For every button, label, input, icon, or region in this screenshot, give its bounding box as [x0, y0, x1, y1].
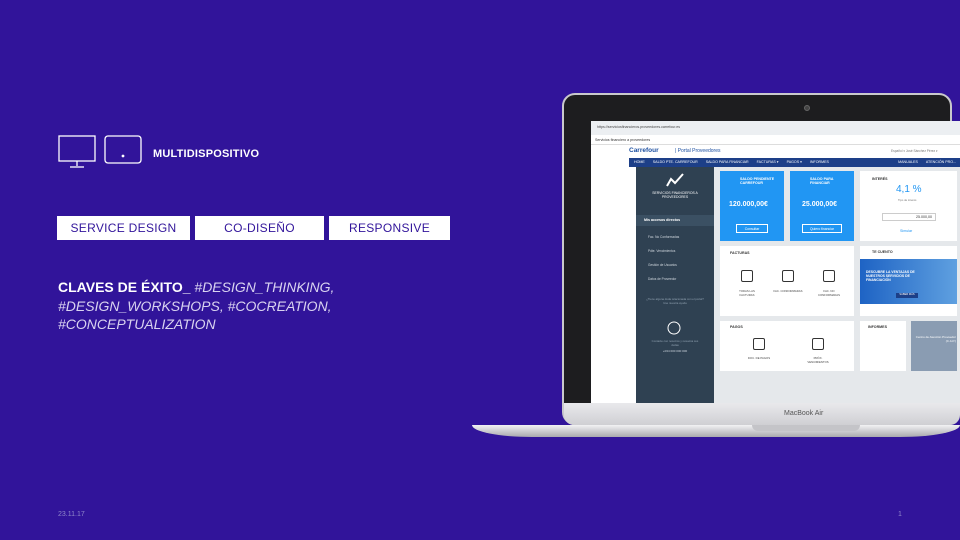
facturas-item[interactable]: FAC. CONFORMADAS — [773, 289, 803, 293]
facturas-item[interactable]: TODAS LAS FACTURAS — [732, 289, 762, 297]
success-keys-line3: #CONCEPTUALIZATION — [58, 316, 216, 332]
card-label: SALDO PENDIENTE CARREFOUR — [740, 177, 775, 185]
chart-logo-icon — [666, 173, 684, 187]
portal-title: | Portal Proveedores — [675, 148, 721, 154]
simular-button[interactable]: Simular — [900, 229, 912, 233]
laptop-screen: https://serviciosfinancieros.proveedores… — [591, 121, 960, 403]
tag-responsive: RESPONSIVE — [329, 216, 450, 240]
laptop-brand: MacBook Air — [784, 410, 824, 417]
browser-tab[interactable]: Servicios financiero a proveedores — [591, 135, 960, 145]
success-keys: CLAVES DE ÉXITO_ #DESIGN_THINKING, #DESI… — [58, 278, 358, 334]
card-atencion[interactable]: Centro de Atención Proveedor (C.A.P.) — [911, 321, 957, 371]
nav-atencion[interactable]: ATENCIÓN PRO... — [926, 160, 956, 165]
browser-url-bar[interactable]: https://serviciosfinancieros.proveedores… — [591, 121, 960, 135]
phone-icon — [667, 321, 681, 335]
portal-sidebar: SERVICIOS FINANCIEROS A PROVEEDORES Mis … — [636, 167, 714, 403]
atencion-label: Centro de Atención Proveedor (C.A.P.) — [915, 335, 956, 343]
card-label: INTERÉS — [872, 177, 888, 181]
briefcase-icon[interactable] — [782, 270, 794, 282]
card-label: FACTURAS — [730, 251, 750, 255]
page-number: 1 — [898, 511, 902, 518]
sidebar-phone-text: Contacte con nosotros y resuelva sus dud… — [651, 339, 699, 347]
sidebar-title: SERVICIOS FINANCIEROS A PROVEEDORES — [652, 191, 698, 199]
pagos-item[interactable]: PRÓX. VENCIMIENTOS — [803, 356, 833, 364]
saber-mas-button[interactable]: SABER MÁS — [896, 293, 918, 298]
card-value: 120.000,00€ — [729, 201, 768, 208]
portal-main: SALDO PENDIENTE CARREFOUR 120.000,00€ Co… — [714, 167, 960, 403]
nav-informes[interactable]: INFORMES — [810, 160, 829, 165]
desktop-icon — [58, 135, 96, 168]
nav-facturas[interactable]: FACTURAS ▾ — [757, 160, 779, 165]
nav-saldo-financiar[interactable]: SALDO PARA FINANCIAR — [706, 160, 749, 165]
section-title: MULTIDISPOSITIVO — [153, 148, 260, 160]
tag-co-diseno: CO-DISEÑO — [195, 216, 324, 240]
sidebar-section[interactable]: Mis accesos directos — [644, 218, 680, 222]
card-saldo-pendiente: SALDO PENDIENTE CARREFOUR 120.000,00€ Co… — [720, 171, 784, 241]
card-interes: INTERÉS 4,1 % Tipo de interés 25.000,00 … — [860, 171, 957, 241]
facturas-item[interactable]: FAC. NO CONFORMADAS — [814, 289, 844, 297]
amount-input[interactable]: 25.000,00 — [882, 213, 936, 221]
success-keys-line2: #DESIGN_WORKSHOPS, #COCREATION, — [58, 297, 332, 314]
success-keys-lead: CLAVES DE ÉXITO_ — [58, 279, 191, 295]
consultar-button[interactable]: Consultar — [736, 224, 768, 233]
success-keys-line1: #DESIGN_THINKING, — [190, 279, 335, 295]
nav-manuales[interactable]: MANUALES — [898, 160, 918, 165]
card-informes[interactable]: INFORMES — [860, 321, 906, 371]
payment-icon[interactable] — [753, 338, 765, 350]
card-label: INFORMES — [868, 325, 887, 329]
card-te-cuento: TE CUENTO DESCUBRE LA VENTAJAS DE NUESTR… — [860, 246, 957, 316]
promo-text: DESCUBRE LA VENTAJAS DE NUESTROS SERVICI… — [866, 270, 915, 282]
tag-service-design: SERVICE DESIGN — [57, 216, 190, 240]
tablet-icon — [104, 135, 142, 164]
nav-home[interactable]: HOME — [634, 160, 645, 165]
card-label: SALDO PARA FINANCIAR — [810, 177, 834, 185]
card-label: PAGOS — [730, 325, 743, 329]
laptop-base — [472, 425, 960, 437]
card-saldo-financiar: SALDO PARA FINANCIAR 25.000,00€ Quiero f… — [790, 171, 854, 241]
laptop-camera — [804, 105, 810, 111]
nav-saldo-pte[interactable]: SALDO PTE. CARREFOUR — [653, 160, 698, 165]
card-pagos: PAGOS DOC. DE PAGOS PRÓX. VENCIMIENTOS — [720, 321, 854, 371]
quiero-financiar-button[interactable]: Quiero financiar — [802, 224, 842, 233]
card-value: 25.000,00€ — [802, 201, 838, 208]
invoice-icon[interactable] — [741, 270, 753, 282]
sidebar-item[interactable]: Gestión de Usuarios — [648, 263, 677, 267]
sidebar-help: ¿Tiene alguna duda relacionada con el po… — [646, 297, 704, 305]
sidebar-item[interactable]: Fac. No Conformadas — [648, 235, 679, 239]
card-label: TE CUENTO — [872, 250, 893, 254]
documents-icon[interactable] — [823, 270, 835, 282]
device-icons — [58, 135, 142, 169]
user-menu[interactable]: Español ▾ José Sánchez Pérez ▾ — [891, 149, 938, 153]
portal-nav: HOME SALDO PTE. CARREFOUR SALDO PARA FIN… — [629, 158, 960, 167]
calendar-icon[interactable] — [812, 338, 824, 350]
sidebar-phone: +034 000 000 000 — [662, 349, 688, 353]
interest-sub: Tipo de interés — [898, 198, 917, 202]
sidebar-item[interactable]: Pdte. Vencimientos — [648, 249, 675, 253]
footer-date: 23.11.17 — [58, 511, 85, 518]
pagos-item[interactable]: DOC. DE PAGOS — [744, 356, 774, 360]
sidebar-item[interactable]: Datos de Proveedor — [648, 277, 676, 281]
carrefour-logo: Carrefour — [629, 147, 659, 154]
laptop-chin — [564, 403, 960, 425]
interest-value: 4,1 % — [896, 184, 922, 195]
laptop-notch — [752, 425, 860, 431]
nav-pagos[interactable]: PAGOS ▾ — [787, 160, 802, 165]
card-facturas: FACTURAS TODAS LAS FACTURAS FAC. CONFORM… — [720, 246, 854, 316]
